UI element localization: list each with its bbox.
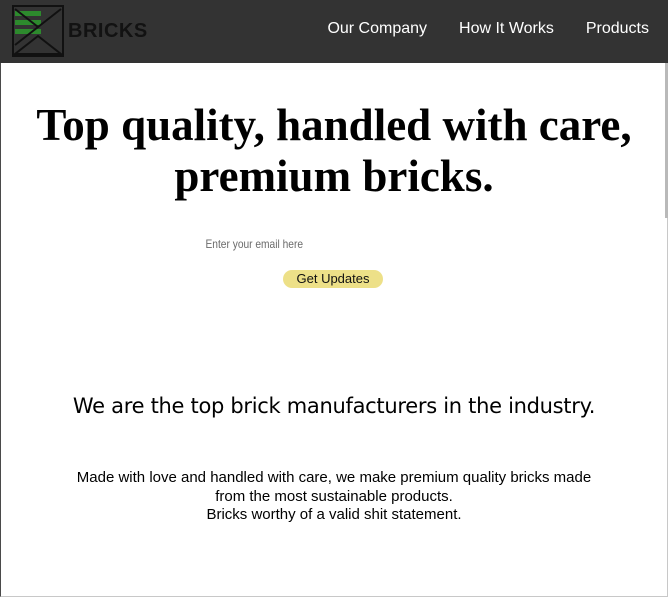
about-line-3: Bricks worthy of a valid shit statement. bbox=[206, 506, 462, 523]
hero-title-line2: premium bricks. bbox=[174, 151, 494, 201]
logo-text: BRICKS bbox=[68, 20, 148, 42]
brand-logo[interactable]: BRICKS bbox=[12, 5, 147, 57]
hero-title: Top quality, handled with care, premium … bbox=[0, 100, 668, 202]
about-line-1: Made with love and handled with care, we… bbox=[76, 469, 592, 486]
get-updates-button[interactable]: Get Updates bbox=[283, 270, 383, 288]
nav-products[interactable]: Products bbox=[586, 19, 649, 39]
main-nav: Our Company How It Works Products bbox=[327, 0, 649, 63]
nav-our-company[interactable]: Our Company bbox=[327, 19, 427, 39]
about-line-2: from the most sustainable products. bbox=[215, 487, 453, 505]
top-navbar: BRICKS Our Company How It Works Products bbox=[0, 0, 668, 63]
email-input[interactable] bbox=[181, 233, 483, 255]
brick-logo-icon bbox=[12, 5, 64, 57]
about-heading: We are the top brick manufacturers in th… bbox=[72, 394, 596, 418]
nav-how-it-works[interactable]: How It Works bbox=[459, 19, 554, 39]
hero-title-line1: Top quality, handled with care, bbox=[36, 100, 632, 150]
about-description: Made with love and handled with care, we… bbox=[0, 469, 668, 525]
